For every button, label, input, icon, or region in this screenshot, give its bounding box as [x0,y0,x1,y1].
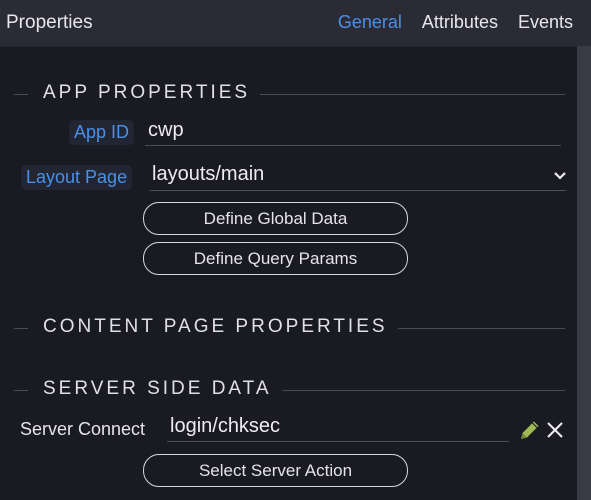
section-heading: SERVER SIDE DATA [43,378,272,399]
server-connect-label: Server Connect [20,419,146,439]
panel-header: Properties General Attributes Events [0,0,591,47]
chevron-down-icon [554,162,566,188]
pencil-icon[interactable] [518,418,542,447]
app-id-value: cwp [148,119,184,141]
panel-title: Properties [6,12,93,33]
divider [14,390,28,391]
section-heading: APP PROPERTIES [43,82,251,103]
divider [14,328,28,329]
server-connect-field[interactable]: login/chksec [167,413,509,442]
select-server-action-button[interactable]: Select Server Action [143,454,408,487]
layout-page-value: layouts/main [152,163,265,185]
section-content-page-properties: CONTENT PAGE PROPERTIES [0,316,575,340]
divider [282,390,565,391]
divider [260,94,565,95]
scrollbar[interactable] [577,46,591,500]
layout-page-select[interactable]: layouts/main [150,161,566,191]
tab-events[interactable]: Events [518,12,573,33]
tab-attributes[interactable]: Attributes [422,12,498,33]
divider [14,94,28,95]
tab-general[interactable]: General [338,12,402,33]
section-server-side-data: SERVER SIDE DATA [0,378,575,402]
app-id-field[interactable]: cwp [145,117,561,146]
close-icon[interactable] [546,421,564,444]
tab-bar: General Attributes Events [318,12,573,33]
define-global-data-button[interactable]: Define Global Data [143,202,408,235]
app-id-label: App ID [69,120,135,145]
define-query-params-button[interactable]: Define Query Params [143,242,408,275]
divider [398,328,565,329]
server-connect-value: login/chksec [170,415,281,437]
section-app-properties: APP PROPERTIES [0,82,575,106]
layout-page-label: Layout Page [21,165,133,190]
section-heading: CONTENT PAGE PROPERTIES [43,316,388,337]
